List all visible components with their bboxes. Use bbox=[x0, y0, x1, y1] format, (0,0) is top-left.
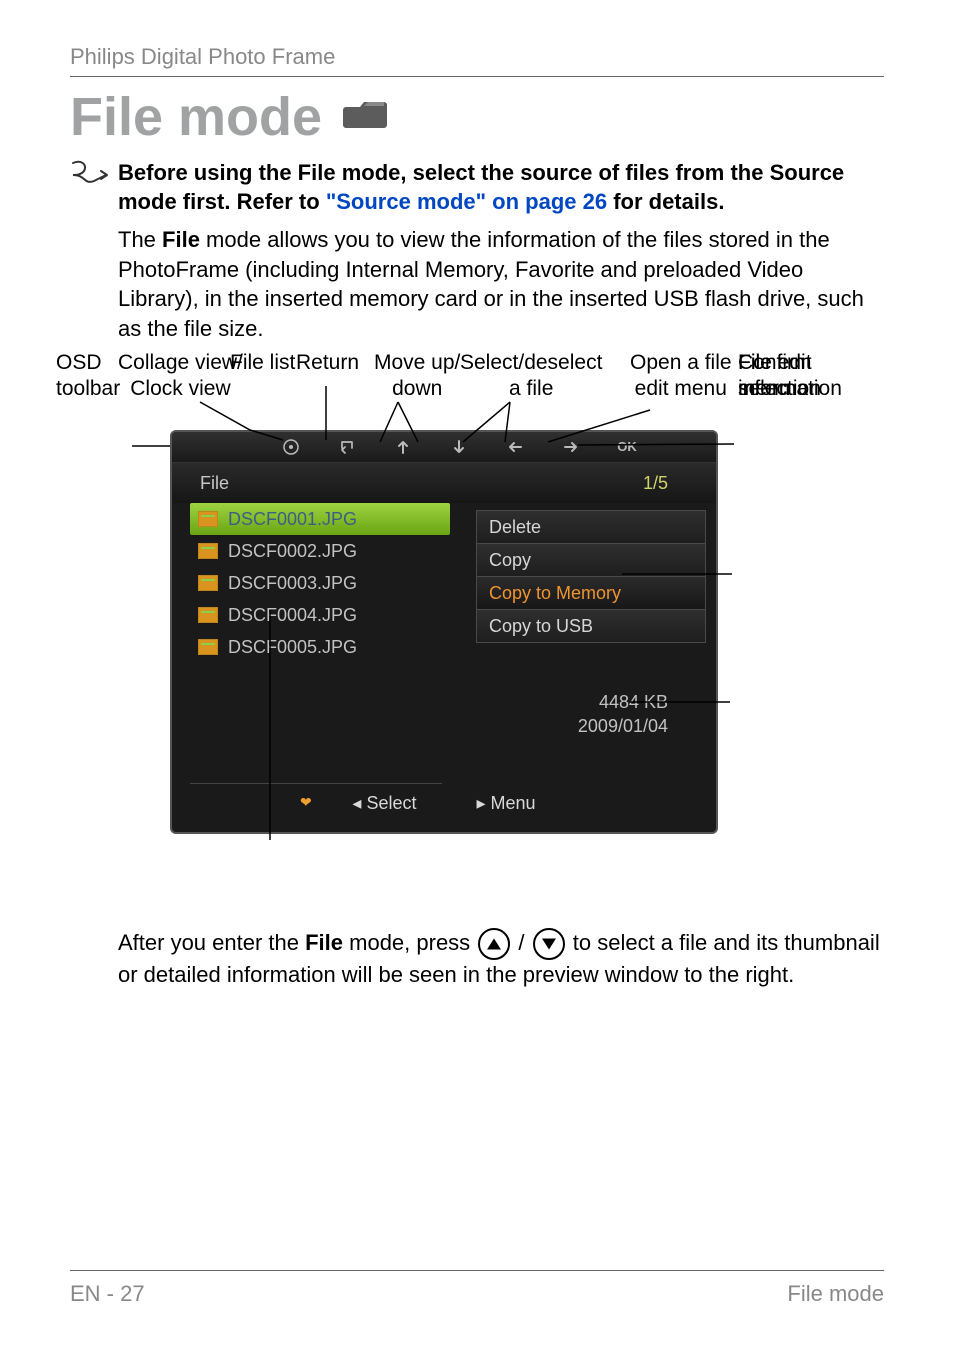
file-info: 4484 KB 2009/01/04 bbox=[578, 690, 668, 739]
label-move: Move up/ down bbox=[374, 350, 460, 403]
ok-label: OK bbox=[617, 438, 637, 456]
file-icon bbox=[198, 511, 218, 527]
intro-pre: The bbox=[118, 227, 162, 252]
intro-post: mode allows you to view the information … bbox=[118, 227, 864, 341]
label-collage: Collage view/ Clock view bbox=[118, 350, 243, 403]
edit-menu-item[interactable]: Delete bbox=[476, 510, 706, 543]
page-header: Philips Digital Photo Frame bbox=[70, 42, 884, 72]
screenshot-toolbar: OK bbox=[172, 432, 716, 463]
return-icon bbox=[338, 438, 356, 456]
after-mid: mode, press bbox=[343, 930, 476, 955]
page-footer: EN - 27 File mode bbox=[70, 1259, 884, 1309]
edit-menu-item[interactable]: Copy bbox=[476, 543, 706, 576]
file-name: DSCF0001.JPG bbox=[228, 507, 357, 531]
file-edit-menu: Delete Copy Copy to Memory Copy to USB bbox=[476, 510, 706, 643]
title-row: File mode bbox=[70, 81, 884, 154]
ok-icon: OK bbox=[618, 438, 636, 456]
footer-rule bbox=[70, 1270, 884, 1271]
file-mode-icon bbox=[340, 93, 390, 141]
list-item[interactable]: DSCF0005.JPG bbox=[190, 631, 450, 663]
list-item[interactable]: DSCF0004.JPG bbox=[190, 599, 450, 631]
arrow-down-icon bbox=[450, 438, 468, 456]
intro-text: The File mode allows you to view the inf… bbox=[70, 225, 884, 344]
label-return: Return bbox=[296, 350, 359, 376]
after-pre: After you enter the bbox=[118, 930, 305, 955]
list-item[interactable]: DSCF0003.JPG bbox=[190, 567, 450, 599]
hint-select: ◂ Select bbox=[352, 791, 416, 815]
footer-right: File mode bbox=[787, 1279, 884, 1309]
arrow-left-icon bbox=[506, 438, 524, 456]
label-osd: OSD toolbar bbox=[56, 350, 120, 403]
collage-icon bbox=[282, 438, 300, 456]
list-item[interactable]: DSCF0002.JPG bbox=[190, 535, 450, 567]
heart-icon: ❤ bbox=[300, 793, 312, 812]
page-title: File mode bbox=[70, 81, 322, 154]
note-icon bbox=[70, 160, 110, 194]
screenshot: OK File 1/5 DSCF0001.JPG DSCF0002.JPG DS… bbox=[170, 430, 718, 834]
file-name: DSCF0005.JPG bbox=[228, 635, 357, 659]
intro-bold: File bbox=[162, 227, 200, 252]
screenshot-page: 1/5 bbox=[643, 471, 668, 495]
hint-bar: ◂ Select ▸ Menu bbox=[352, 791, 535, 815]
note-link[interactable]: "Source mode" on page 26 bbox=[326, 189, 607, 214]
file-icon bbox=[198, 639, 218, 655]
after-bold: File bbox=[305, 930, 343, 955]
file-icon bbox=[198, 575, 218, 591]
file-name: DSCF0003.JPG bbox=[228, 571, 357, 595]
note-row: Before using the File mode, select the s… bbox=[70, 158, 884, 217]
screenshot-title: File bbox=[200, 471, 229, 495]
label-select-deselect: Select/deselect a file bbox=[460, 350, 602, 403]
hint-menu: ▸ Menu bbox=[477, 791, 536, 815]
label-file-info: File information bbox=[738, 350, 842, 403]
file-date: 2009/01/04 bbox=[578, 714, 668, 738]
file-name: DSCF0004.JPG bbox=[228, 603, 357, 627]
screenshot-title-bar: File 1/5 bbox=[172, 463, 716, 503]
label-file-list: File list bbox=[230, 350, 295, 376]
footer-left: EN - 27 bbox=[70, 1279, 145, 1309]
after-text: After you enter the File mode, press / t… bbox=[70, 928, 884, 990]
file-icon bbox=[198, 607, 218, 623]
note-text: Before using the File mode, select the s… bbox=[118, 158, 884, 217]
arrow-up-icon bbox=[394, 438, 412, 456]
diagram: Collage view/ Clock view Return Move up/… bbox=[70, 350, 884, 920]
list-item[interactable]: DSCF0001.JPG bbox=[190, 503, 450, 535]
note-post: for details. bbox=[607, 189, 724, 214]
up-button-icon bbox=[478, 928, 510, 960]
header-rule bbox=[70, 76, 884, 77]
edit-menu-item[interactable]: Copy to USB bbox=[476, 609, 706, 643]
down-button-icon bbox=[533, 928, 565, 960]
arrow-right-icon bbox=[562, 438, 580, 456]
list-separator bbox=[190, 783, 442, 784]
edit-menu-item[interactable]: Copy to Memory bbox=[476, 576, 706, 609]
after-sep: / bbox=[512, 930, 530, 955]
label-open-edit: Open a file edit menu bbox=[630, 350, 732, 403]
file-name: DSCF0002.JPG bbox=[228, 539, 357, 563]
file-size: 4484 KB bbox=[578, 690, 668, 714]
file-icon bbox=[198, 543, 218, 559]
